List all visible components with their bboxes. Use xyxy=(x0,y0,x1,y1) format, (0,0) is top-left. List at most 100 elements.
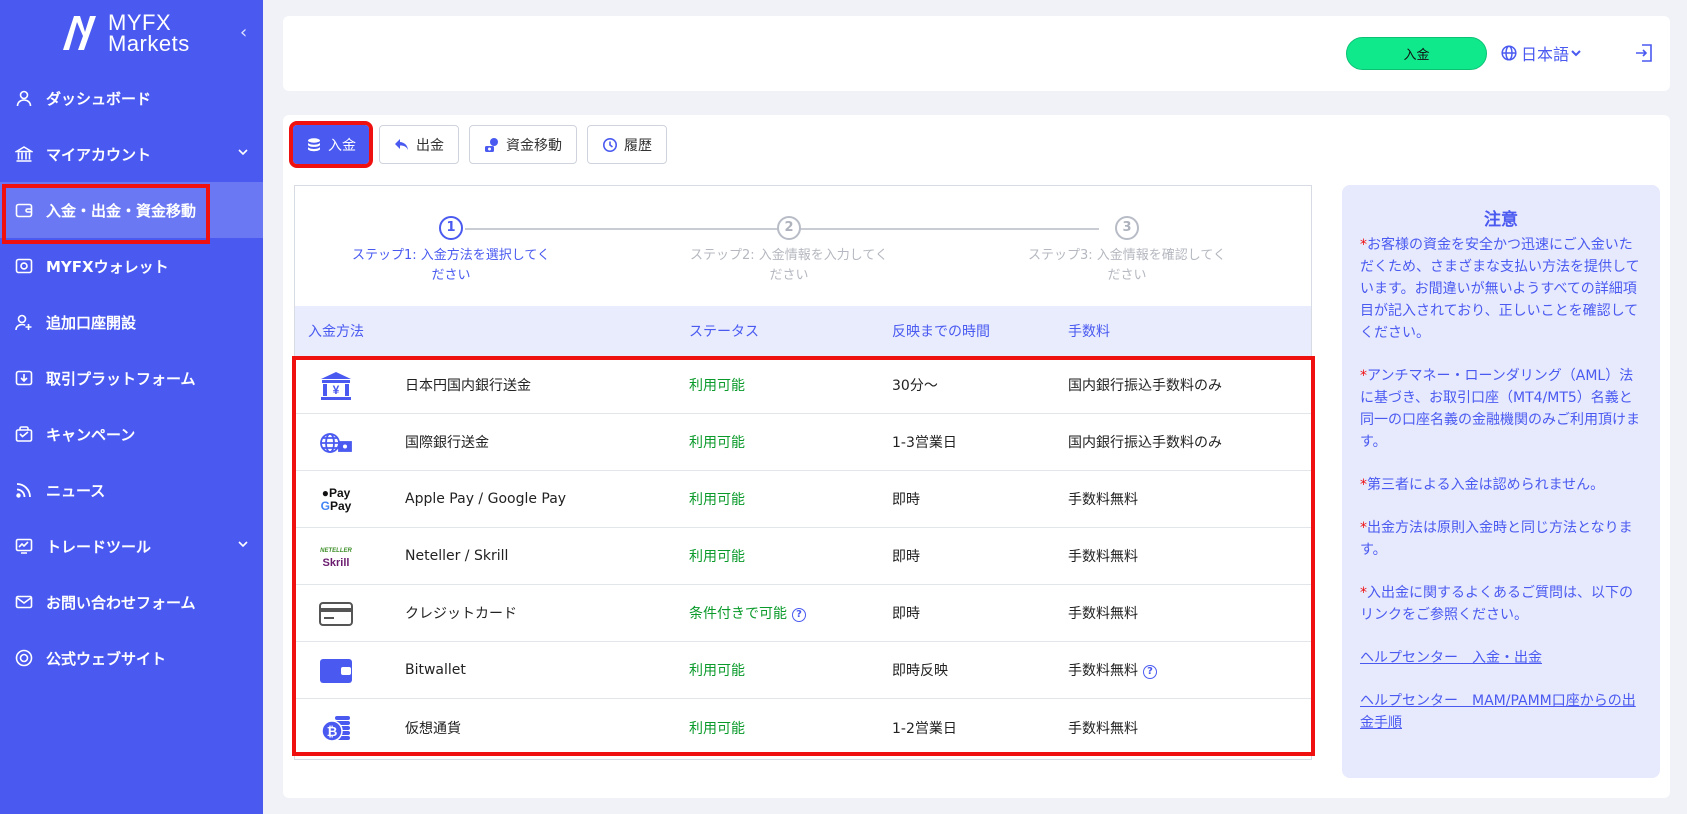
sidebar-item-trading-platform[interactable]: 取引プラットフォーム xyxy=(0,350,263,406)
table-row[interactable]: Bitwallet 利用可能 即時反映 手数料無料? xyxy=(295,642,1311,699)
tab-label: 出金 xyxy=(416,137,444,154)
sidebar-item-label: 取引プラットフォーム xyxy=(46,369,196,388)
method-fee: 手数料無料 xyxy=(1068,549,1138,565)
table-row[interactable]: ¥ 日本円国内銀行送金 利用可能 30分～ 国内銀行振込手数料のみ xyxy=(295,357,1311,414)
chevron-down-icon xyxy=(1571,50,1581,57)
table-row[interactable]: ●Pay GPay Apple Pay / Google Pay 利用可能 即時… xyxy=(295,471,1311,528)
neteller-logo: NETELLER xyxy=(320,548,352,554)
method-time: 即時 xyxy=(892,492,920,508)
sidebar-item-campaign[interactable]: キャンペーン xyxy=(0,406,263,462)
sidebar-item-label: 追加口座開設 xyxy=(46,313,137,332)
yen-bank-icon: ¥ xyxy=(319,369,353,403)
logout-icon[interactable] xyxy=(1633,42,1655,64)
method-fee: 国内銀行振込手数料のみ xyxy=(1068,435,1222,451)
top-bar: 入金 日本語 xyxy=(283,16,1670,91)
sidebar-item-deposit-withdraw-transfer[interactable]: 入金・出金・資金移動 xyxy=(0,182,263,244)
tab-label: 入金 xyxy=(328,137,356,154)
brand-logo[interactable]: MYFX Markets xyxy=(60,10,190,56)
bitwallet-icon xyxy=(319,654,353,688)
method-fee: 国内銀行振込手数料のみ xyxy=(1068,378,1222,394)
sidebar-item-label: キャンペーン xyxy=(46,425,136,444)
method-time: 即時反映 xyxy=(892,663,948,679)
svg-text:¥: ¥ xyxy=(333,383,340,397)
sidebar-item-myfx-wallet[interactable]: MYFXウォレット xyxy=(0,238,263,294)
table-row[interactable]: クレジットカード 条件付きで可能? 即時 手数料無料 xyxy=(295,585,1311,642)
coins-icon xyxy=(308,137,320,151)
notice-title: 注意 xyxy=(1484,210,1518,230)
sidebar-item-dashboard[interactable]: ダッシュボード xyxy=(0,70,263,126)
method-time: 即時 xyxy=(892,606,920,622)
tab-withdraw[interactable]: 出金 xyxy=(379,125,459,164)
sidebar-item-label: トレードツール xyxy=(46,537,152,556)
wallet-icon xyxy=(14,200,34,220)
action-tabs: 入金 出金 資金移動 履歴 xyxy=(289,121,677,168)
sidebar: MYFX Markets ‹ ダッシュボード マイアカウント 入金・出金・資金移… xyxy=(0,0,263,814)
method-name: Neteller / Skrill xyxy=(405,548,509,564)
sidebar-item-news[interactable]: ニュース xyxy=(0,462,263,518)
transfer-icon xyxy=(485,137,498,152)
tab-label: 履歴 xyxy=(624,137,652,154)
collapse-sidebar-icon[interactable]: ‹ xyxy=(240,22,247,43)
sidebar-item-label: 公式ウェブサイト xyxy=(46,649,167,668)
crypto-icon: ₿ xyxy=(319,711,353,745)
brand-name: MYFX Markets xyxy=(108,10,190,56)
help-icon[interactable]: ? xyxy=(1143,665,1157,679)
mail-icon xyxy=(14,592,34,612)
notice-paragraph: *アンチマネー・ローンダリング（AML）法に基づき、お取引口座（MT4/MT5）… xyxy=(1360,368,1640,450)
sidebar-item-my-account[interactable]: マイアカウント xyxy=(0,126,263,182)
method-fee: 手数料無料 xyxy=(1068,606,1138,622)
sidebar-item-official-website[interactable]: 公式ウェブサイト xyxy=(0,630,263,686)
svg-text:₿: ₿ xyxy=(327,724,338,739)
undo-icon xyxy=(395,138,408,150)
apple-google-pay-icon: ●Pay GPay xyxy=(319,483,353,517)
method-name: Apple Pay / Google Pay xyxy=(405,491,567,507)
method-status: 利用可能 xyxy=(689,720,745,737)
method-name: クレジットカード xyxy=(405,606,517,622)
table-header: 入金方法 ステータス 反映までの時間 手数料 xyxy=(295,306,1311,356)
sidebar-item-label: マイアカウント xyxy=(46,145,152,164)
gift-icon xyxy=(14,424,34,444)
sidebar-item-open-additional-account[interactable]: 追加口座開設 xyxy=(0,294,263,350)
help-center-deposit-withdraw-link[interactable]: ヘルプセンター 入金・出金 xyxy=(1360,647,1642,669)
globe-icon xyxy=(1501,45,1517,61)
deposit-stepper: 1 ステップ1: 入金方法を選択してください 2 ステップ2: 入金情報を入力し… xyxy=(295,186,1311,306)
table-row[interactable]: ₿ 仮想通貨 利用可能 1-2営業日 手数料無料 xyxy=(295,699,1311,756)
chart-icon xyxy=(14,536,34,556)
header-time: 反映までの時間 xyxy=(892,324,990,340)
myfx-logo-icon xyxy=(63,16,96,50)
method-time: 30分～ xyxy=(892,378,938,394)
notice-panel: 注意 *お客様の資金を安全かつ迅速にご入金いただくため、さまざまな支払い方法を提… xyxy=(1342,185,1660,778)
step-3: 3 ステップ3: 入金情報を確認してください xyxy=(1027,216,1227,286)
method-name: Bitwallet xyxy=(405,662,466,678)
sidebar-item-contact-form[interactable]: お問い合わせフォーム xyxy=(0,574,263,630)
sidebar-item-label: MYFXウォレット xyxy=(46,257,169,276)
help-center-mam-pamm-link[interactable]: ヘルプセンター MAM/PAMM口座からの出金手順 xyxy=(1360,690,1642,734)
method-status: 利用可能 xyxy=(689,435,745,451)
step-1: 1 ステップ1: 入金方法を選択してください xyxy=(351,216,551,286)
help-icon[interactable]: ? xyxy=(792,608,806,622)
bank-icon xyxy=(14,144,34,164)
notice-paragraph: *第三者による入金は認められません。 xyxy=(1360,477,1605,493)
language-selector[interactable]: 日本語 xyxy=(1501,41,1583,65)
method-fee: 手数料無料 xyxy=(1068,720,1138,737)
sidebar-item-label: ダッシュボード xyxy=(46,89,152,108)
step-2: 2 ステップ2: 入金情報を入力してください xyxy=(689,216,889,286)
header-method: 入金方法 xyxy=(308,324,364,340)
credit-card-icon xyxy=(319,597,353,631)
history-icon xyxy=(603,137,617,152)
user-icon xyxy=(14,88,34,108)
table-row[interactable]: 国際銀行送金 利用可能 1-3営業日 国内銀行振込手数料のみ xyxy=(295,414,1311,471)
header-status: ステータス xyxy=(689,324,759,340)
table-row[interactable]: NETELLER Skrill Neteller / Skrill 利用可能 即… xyxy=(295,528,1311,585)
neteller-skrill-icon: NETELLER Skrill xyxy=(319,540,353,574)
method-time: 即時 xyxy=(892,549,920,565)
international-bank-icon xyxy=(319,426,353,460)
sidebar-item-label: お問い合わせフォーム xyxy=(46,593,196,612)
header-deposit-button[interactable]: 入金 xyxy=(1346,37,1487,70)
sidebar-item-trade-tools[interactable]: トレードツール xyxy=(0,518,263,574)
tab-fund-transfer[interactable]: 資金移動 xyxy=(469,125,577,164)
tab-deposit[interactable]: 入金 xyxy=(289,121,373,168)
deposit-methods-table: ¥ 日本円国内銀行送金 利用可能 30分～ 国内銀行振込手数料のみ 国際銀行送金… xyxy=(295,357,1311,756)
tab-history[interactable]: 履歴 xyxy=(587,125,667,164)
rss-icon xyxy=(14,480,34,500)
